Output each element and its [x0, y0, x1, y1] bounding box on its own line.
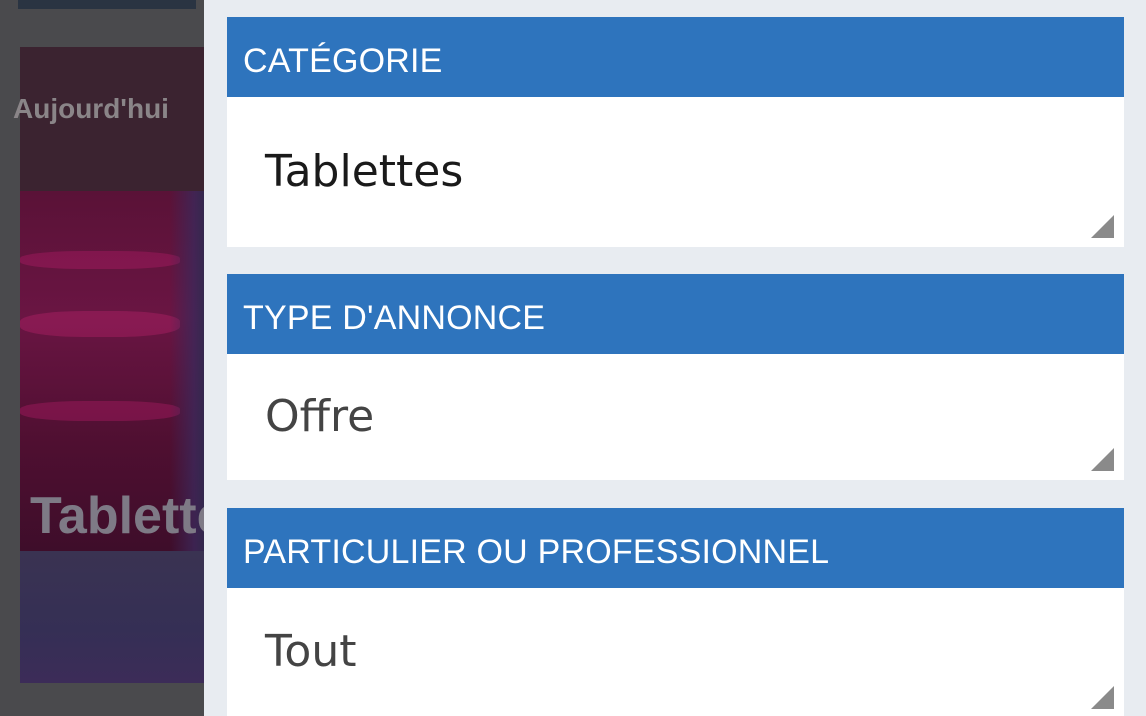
listing-card-footer [20, 551, 204, 683]
filter-seller-type-value: Tout [265, 626, 357, 677]
image-streak [20, 401, 180, 421]
filter-seller-type-section: PARTICULIER OU PROFESSIONNEL Tout [227, 508, 1124, 716]
filter-category-value: Tablettes [265, 146, 464, 197]
filter-category-dropdown[interactable]: Tablettes [227, 97, 1124, 247]
dropdown-corner-triangle-icon [1091, 215, 1114, 238]
screen: Aujourd'hui Tablettes CATÉGORIE Tablette… [0, 0, 1146, 716]
filter-panel: CATÉGORIE Tablettes TYPE D'ANNONCE Offre… [204, 0, 1146, 716]
dropdown-corner-triangle-icon [1091, 686, 1114, 709]
filter-category-label: CATÉGORIE [227, 17, 1124, 97]
filter-ad-type-section: TYPE D'ANNONCE Offre [227, 274, 1124, 480]
filter-seller-type-label: PARTICULIER OU PROFESSIONNEL [227, 508, 1124, 588]
image-streak [20, 311, 180, 337]
listing-date: Aujourd'hui [13, 93, 169, 124]
filter-ad-type-label: TYPE D'ANNONCE [227, 274, 1124, 354]
filter-ad-type-value: Offre [265, 391, 375, 442]
background-listing-card [20, 47, 204, 683]
filter-seller-type-dropdown[interactable]: Tout [227, 588, 1124, 716]
filter-ad-type-dropdown[interactable]: Offre [227, 354, 1124, 480]
filter-category-section: CATÉGORIE Tablettes [227, 17, 1124, 247]
image-streak [20, 251, 180, 269]
dropdown-corner-triangle-icon [1091, 448, 1114, 471]
background-previous-card-edge [18, 0, 196, 9]
